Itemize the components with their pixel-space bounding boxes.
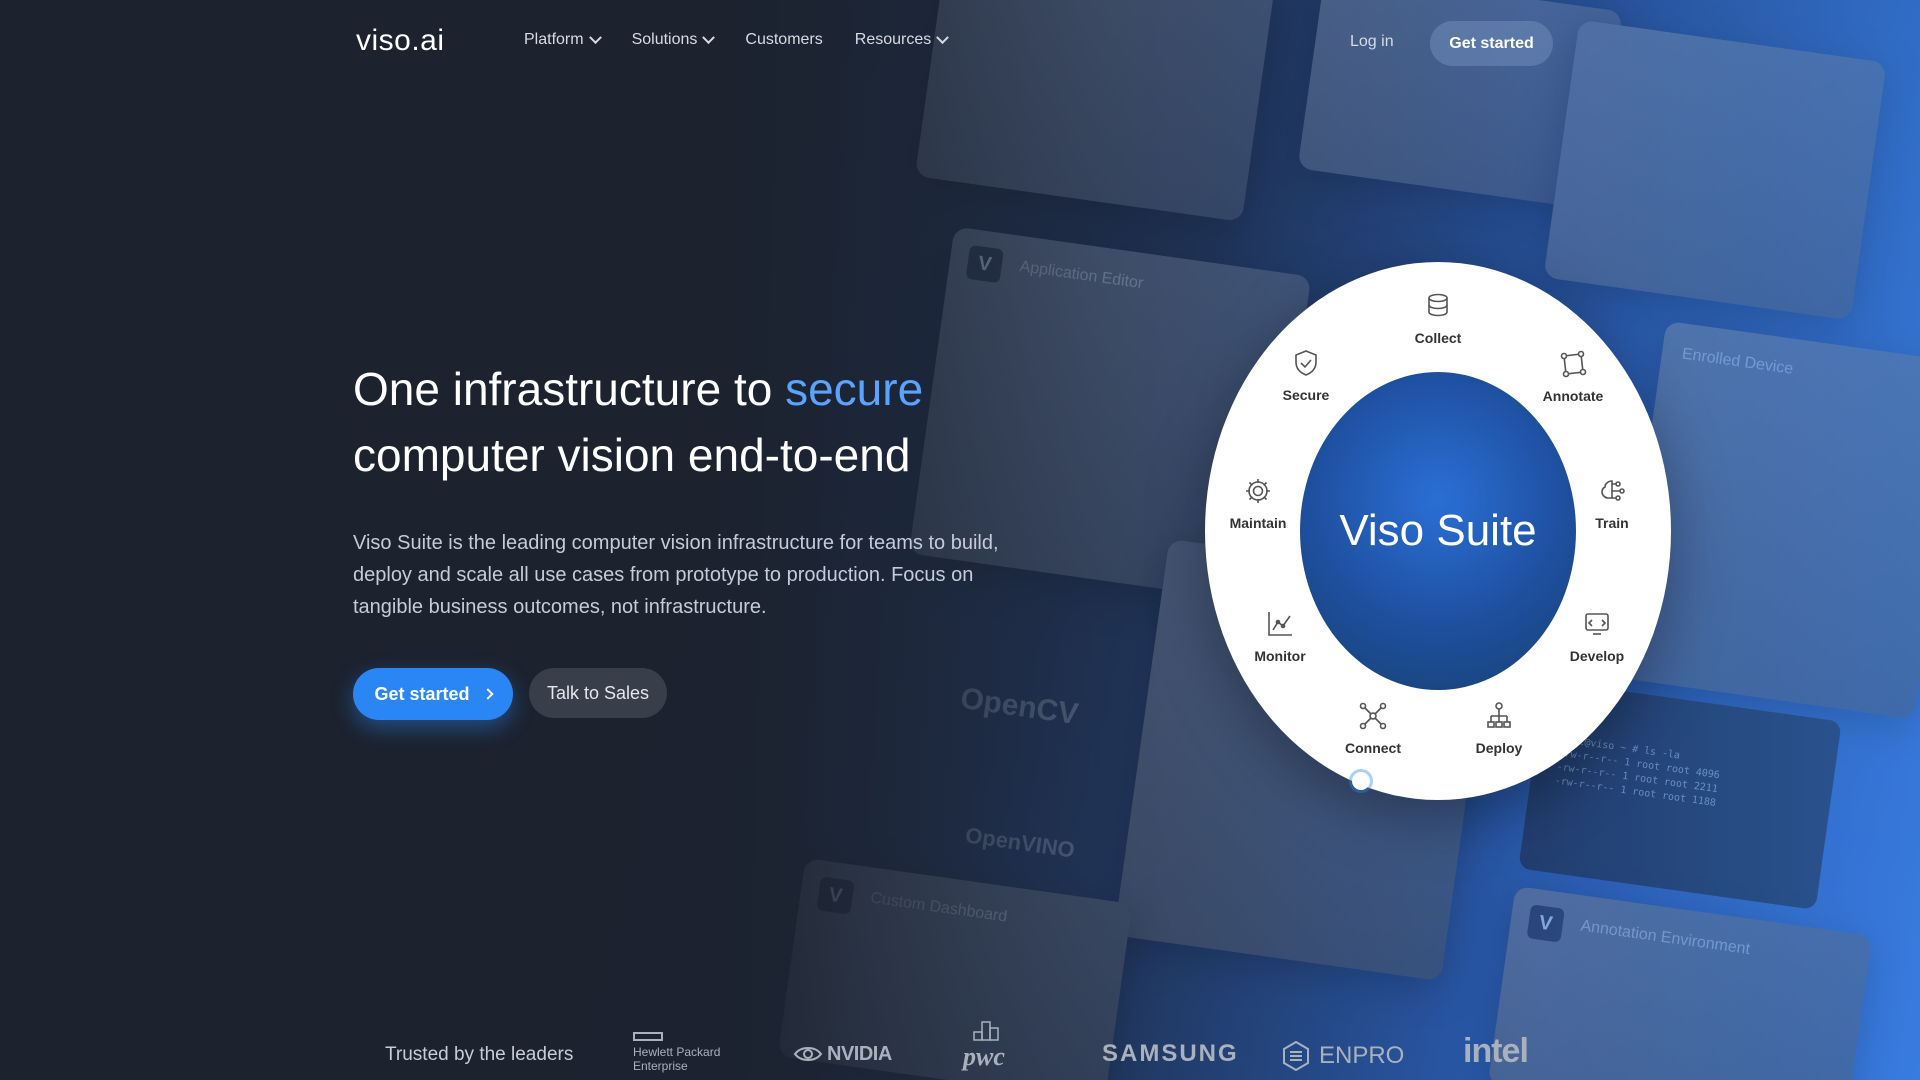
network-icon — [1359, 702, 1387, 730]
partner-samsung-logo: SAMSUNG — [1102, 1040, 1239, 1067]
partner-enpro-logo: ENPRO — [1281, 1040, 1404, 1072]
wheel-segment-connect[interactable]: Connect — [1318, 700, 1428, 756]
partner-name: pwc — [963, 1042, 1005, 1071]
card-label: Enrolled Device — [1680, 345, 1795, 378]
nvidia-eye-icon — [793, 1047, 823, 1061]
card-label: Annotation Environment — [1579, 917, 1752, 959]
annotate-icon — [1560, 350, 1587, 378]
login-link[interactable]: Log in — [1350, 33, 1394, 51]
gear-icon — [1246, 479, 1270, 503]
viso-v-logo: V — [965, 244, 1004, 284]
nav-label: Resources — [854, 31, 932, 48]
main-menu: Platform Solutions Customers Resources — [524, 30, 950, 49]
top-nav: viso.ai Platform Solutions Customers Res… — [0, 0, 1920, 86]
button-label: Get started — [374, 683, 470, 704]
bg-card-annotation: V Annotation Environment — [1487, 885, 1873, 1080]
wheel-segment-monitor[interactable]: Monitor — [1225, 608, 1335, 664]
card-label: Application Editor — [1018, 258, 1145, 293]
viso-v-logo: V — [816, 876, 855, 915]
chevron-down-icon — [702, 30, 716, 44]
segment-label: Develop — [1569, 648, 1625, 664]
hero-title: One infrastructure to secure computer vi… — [353, 356, 1053, 488]
pwc-blocks-icon — [973, 1021, 999, 1041]
segment-label: Annotate — [1542, 388, 1604, 404]
nav-label: Platform — [524, 31, 584, 48]
deploy-icon — [1487, 702, 1511, 728]
partner-name: Hewlett Packard — [633, 1045, 721, 1059]
wheel-segment-secure[interactable]: Secure — [1251, 347, 1361, 403]
talk-to-sales-button[interactable]: Talk to Sales — [529, 668, 667, 718]
openvino-logo: OpenVINO — [963, 822, 1077, 863]
segment-label: Secure — [1282, 387, 1330, 403]
nav-get-started-button[interactable]: Get started — [1430, 21, 1553, 66]
partner-nvidia-logo: NVIDIA — [793, 1042, 892, 1066]
wheel-segment-collect[interactable]: Collect — [1383, 290, 1493, 346]
partner-name: NVIDIA — [827, 1042, 892, 1065]
wheel-progress-knob[interactable] — [1352, 772, 1370, 790]
chevron-right-icon — [481, 688, 494, 700]
nav-label: Customers — [745, 31, 823, 48]
nav-item-customers[interactable]: Customers — [745, 31, 822, 49]
trusted-by-label: Trusted by the leaders — [385, 1044, 574, 1065]
wheel-segment-maintain[interactable]: Maintain — [1218, 475, 1298, 531]
wheel-segment-develop[interactable]: Develop — [1542, 608, 1652, 664]
partner-pwc-logo: pwc — [963, 1020, 1005, 1072]
nav-item-resources[interactable]: Resources — [854, 30, 950, 49]
viso-suite-wheel: Viso Suite Collect Annotate Train Develo… — [1205, 262, 1671, 800]
develop-icon — [1585, 613, 1609, 635]
hero-title-part2: computer vision end-to-end — [353, 429, 911, 481]
hero-title-accent: secure — [785, 363, 924, 415]
opencv-logo: OpenCV — [958, 681, 1081, 732]
hpe-rectangle-icon — [633, 1032, 663, 1041]
chevron-down-icon — [588, 30, 602, 44]
segment-label: Deploy — [1475, 740, 1523, 756]
enpro-hexagon-icon — [1283, 1040, 1309, 1072]
brain-icon — [1601, 480, 1625, 501]
viso-v-logo: V — [1526, 904, 1565, 943]
partner-intel-logo: intel — [1463, 1032, 1529, 1070]
segment-label: Maintain — [1229, 515, 1287, 531]
segment-label: Collect — [1414, 330, 1462, 346]
chevron-down-icon — [936, 30, 950, 44]
segment-label: Connect — [1345, 740, 1401, 756]
wheel-center: Viso Suite — [1300, 372, 1576, 690]
segment-label: Train — [1595, 515, 1629, 531]
wheel-segment-annotate[interactable]: Annotate — [1518, 348, 1628, 404]
nav-item-platform[interactable]: Platform — [524, 30, 602, 49]
shield-icon — [1295, 350, 1317, 376]
hero-title-part1: One infrastructure to — [353, 363, 786, 415]
wheel-segment-train[interactable]: Train — [1572, 475, 1652, 531]
site-logo[interactable]: viso.ai — [356, 24, 445, 58]
chart-icon — [1268, 612, 1292, 636]
partner-name: Enterprise — [633, 1059, 688, 1073]
nav-label: Solutions — [631, 31, 698, 48]
card-label: Custom Dashboard — [869, 889, 1009, 926]
segment-label: Monitor — [1254, 648, 1306, 664]
hero-get-started-button[interactable]: Get started — [353, 668, 513, 720]
database-icon — [1428, 293, 1448, 317]
partner-hpe-logo: Hewlett Packard Enterprise — [633, 1032, 720, 1073]
nav-item-solutions[interactable]: Solutions — [631, 30, 716, 49]
partner-name: ENPRO — [1319, 1042, 1405, 1069]
wheel-segment-deploy[interactable]: Deploy — [1444, 700, 1554, 756]
hero-subtitle: Viso Suite is the leading computer visio… — [353, 532, 999, 618]
